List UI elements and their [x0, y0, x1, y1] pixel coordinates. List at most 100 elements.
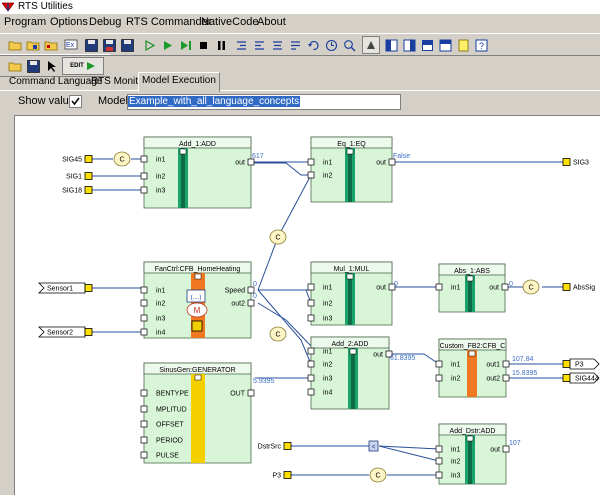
- connector-c: C: [113, 151, 131, 167]
- block-bar-stripe: [468, 435, 472, 484]
- run-icon[interactable]: [158, 36, 176, 54]
- svg-text:Ex: Ex: [66, 42, 75, 49]
- connection-wire: [251, 162, 311, 176]
- input-label: in1: [156, 288, 165, 295]
- menu-options[interactable]: Options: [50, 15, 88, 29]
- input-port: [307, 158, 315, 166]
- open-folder-icon[interactable]: [6, 36, 24, 54]
- grid-icon[interactable]: [382, 36, 400, 54]
- block-bar-stripe: [351, 348, 355, 409]
- input-port: [140, 314, 148, 322]
- input-signal-port: [84, 284, 93, 292]
- block-title: Add_2:ADD: [332, 341, 369, 348]
- save-all-icon[interactable]: [118, 36, 136, 54]
- refresh-icon[interactable]: [304, 36, 322, 54]
- input-label: in2: [451, 459, 460, 466]
- settings-icon[interactable]: [362, 36, 380, 54]
- block-title: Abs_1:ABS: [454, 268, 490, 275]
- pause-icon[interactable]: [212, 36, 230, 54]
- input-port: [435, 457, 443, 465]
- run-to-icon[interactable]: [176, 36, 194, 54]
- indent-icon[interactable]: [232, 36, 250, 54]
- add-component-icon[interactable]: Ex: [62, 36, 80, 54]
- title-bar: RTS Utilities: [0, 0, 600, 14]
- input-signal-port: [84, 186, 93, 194]
- output-signal-sig3: SIG3: [573, 160, 589, 167]
- menu-rts-commander[interactable]: RTS Commander: [126, 15, 211, 29]
- input-signal-port: [84, 155, 93, 163]
- menu-debug[interactable]: Debug: [89, 15, 121, 29]
- layout-1-icon[interactable]: [400, 36, 418, 54]
- input-port: [307, 347, 315, 355]
- menu-about[interactable]: About: [257, 15, 286, 29]
- show-values-checkbox[interactable]: [69, 95, 82, 108]
- input-port: [140, 299, 148, 307]
- save-folder-icon[interactable]: [24, 36, 42, 54]
- input-port: [140, 186, 148, 194]
- connector-c: C: [269, 229, 287, 245]
- align-icon[interactable]: [268, 36, 286, 54]
- input-port: [140, 389, 148, 397]
- help-icon[interactable]: ?: [472, 36, 490, 54]
- note-icon[interactable]: [454, 36, 472, 54]
- output-port: [501, 283, 509, 291]
- save-icon[interactable]: [82, 36, 100, 54]
- connection-wire: [257, 289, 312, 365]
- connector-c: C: [522, 279, 540, 295]
- svg-text:?: ?: [479, 41, 484, 51]
- input-signal-port: [84, 172, 93, 180]
- input-label: in1: [451, 447, 460, 454]
- save-as-icon[interactable]: [100, 36, 118, 54]
- align-2-icon[interactable]: [286, 36, 304, 54]
- block-add2: Add_2:ADDin1 in2 in3 in4 out: [307, 336, 393, 410]
- input-port: [307, 283, 315, 291]
- bar-tick: [349, 348, 357, 355]
- bar-tick: [466, 435, 474, 442]
- input-label: in4: [323, 390, 332, 397]
- value-adddstr-out: 107: [509, 440, 521, 447]
- main-toolbar: Ex ?: [0, 33, 600, 56]
- input-port: [435, 374, 443, 382]
- stop-icon[interactable]: [194, 36, 212, 54]
- input-signal-sig1: SIG1: [66, 174, 82, 181]
- input-signal-sensor2: Sensor2: [47, 330, 73, 337]
- app-icon: [2, 2, 14, 12]
- output-label: out2: [231, 301, 245, 308]
- input-label: in1: [323, 160, 332, 167]
- input-port: [307, 171, 315, 179]
- connector-letter: C: [275, 235, 280, 242]
- bar-tick: [346, 273, 354, 280]
- step-icon[interactable]: [140, 36, 158, 54]
- input-port: [140, 172, 148, 180]
- model-input[interactable]: Example_with_all_language_concepts: [127, 94, 401, 110]
- layout-3-icon[interactable]: [436, 36, 454, 54]
- block-title: Eq_1:EQ: [337, 141, 366, 148]
- open-file-icon[interactable]: [42, 36, 60, 54]
- bar-tick: [194, 374, 202, 381]
- value-add2-out: 61.8395: [390, 355, 415, 362]
- function-block-diagram: Add_1:ADD in1 in2 in3 out Eq_1:EQ in1 in2 out Fan…: [38, 136, 600, 485]
- input-signal-sig45: SIG45: [62, 157, 82, 164]
- clock-icon[interactable]: [322, 36, 340, 54]
- input-label: in3: [323, 376, 332, 383]
- value-fan-speed: 0: [253, 281, 257, 288]
- connector-letter: C: [119, 157, 124, 164]
- input-port: [140, 420, 148, 428]
- input-port: [140, 436, 148, 444]
- value-custom-out1: 107.84: [512, 356, 534, 363]
- model-canvas[interactable]: Add_1:ADD in1 in2 in3 out Eq_1:EQ in1 in2 out Fan…: [14, 115, 600, 495]
- edit-run-icon: [86, 62, 95, 70]
- output-port: [502, 374, 510, 382]
- outdent-icon[interactable]: [250, 36, 268, 54]
- menu-nativecode[interactable]: NativeCode: [201, 15, 258, 29]
- input-port: [140, 286, 148, 294]
- output-signal-port: [562, 158, 571, 166]
- input-label: in2: [323, 301, 332, 308]
- menu-program[interactable]: Program: [4, 15, 46, 29]
- zoom-icon[interactable]: [340, 36, 358, 54]
- input-label: in3: [156, 188, 165, 195]
- block-eq1: Eq_1:EQ in1 in2 out: [307, 136, 396, 203]
- value-mul1-out: 0: [394, 281, 398, 288]
- tab-model-execution[interactable]: Model Execution: [138, 72, 220, 92]
- layout-2-icon[interactable]: [418, 36, 436, 54]
